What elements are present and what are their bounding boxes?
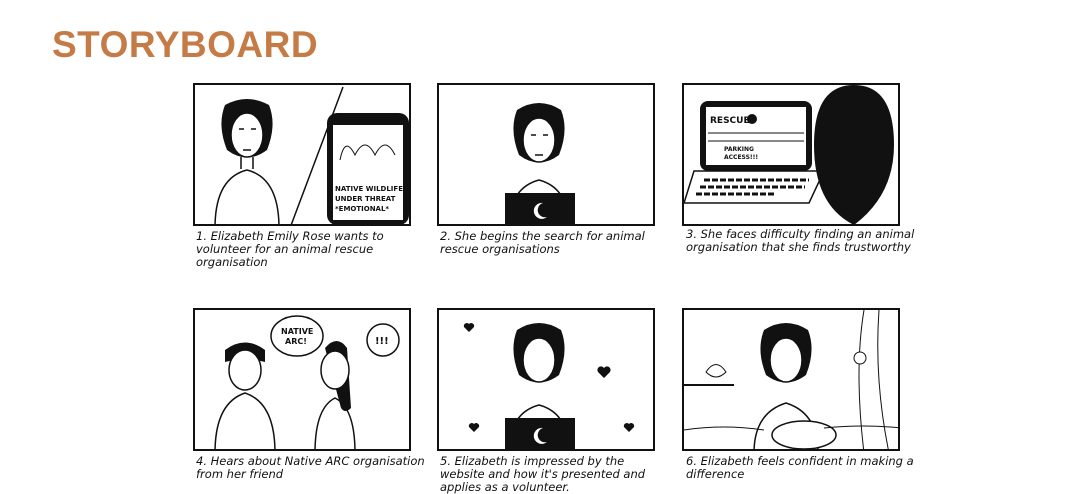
panel-4-drawing: NATIVE ARC! !!! <box>214 315 400 449</box>
panel-6-drawing <box>684 310 898 449</box>
panel-2-drawing <box>505 103 575 224</box>
panel-4-caption: 4. Hears about Native ARC organisation f… <box>196 454 425 481</box>
panel-1-caption: 1. Elizabeth Emily Rose wants to volunte… <box>196 229 384 269</box>
svg-text:PARKING: PARKING <box>724 146 754 153</box>
panel-1-drawing: NATIVE WILDLIFE UNDER THREAT *EMOTIONAL* <box>214 86 409 224</box>
svg-text:NATIVE: NATIVE <box>281 327 313 336</box>
svg-text:*EMOTIONAL*: *EMOTIONAL* <box>335 205 389 213</box>
panel-6-caption: 6. Elizabeth feels confident in making a… <box>686 454 914 481</box>
panel-5-caption: 5. Elizabeth is impressed by the website… <box>440 454 646 494</box>
storyboard-panel-6 <box>682 308 900 451</box>
storyboard-panel-1: NATIVE WILDLIFE UNDER THREAT *EMOTIONAL* <box>193 83 411 226</box>
svg-text:UNDER THREAT: UNDER THREAT <box>335 195 396 203</box>
svg-text:NATIVE WILDLIFE: NATIVE WILDLIFE <box>335 185 403 193</box>
storyboard-panel-2 <box>437 83 655 226</box>
svg-text:RESCUE: RESCUE <box>710 116 750 126</box>
svg-text:ARC!: ARC! <box>285 337 307 346</box>
storyboard-panel-3: RESCUE PARKING ACCESS!!! <box>682 83 900 226</box>
svg-text:ACCESS!!!: ACCESS!!! <box>724 154 758 161</box>
panel-5-drawing <box>463 323 635 449</box>
storyboard-panel-4: NATIVE ARC! !!! <box>193 308 411 451</box>
panel-3-drawing: RESCUE PARKING ACCESS!!! <box>684 85 894 224</box>
page-title: STORYBOARD <box>52 24 319 65</box>
storyboard-panel-5 <box>437 308 655 451</box>
panel-2-caption: 2. She begins the search for animal resc… <box>440 229 645 256</box>
panel-3-caption: 3. She faces difficulty finding an anima… <box>686 227 915 254</box>
svg-text:!!!: !!! <box>375 336 389 347</box>
